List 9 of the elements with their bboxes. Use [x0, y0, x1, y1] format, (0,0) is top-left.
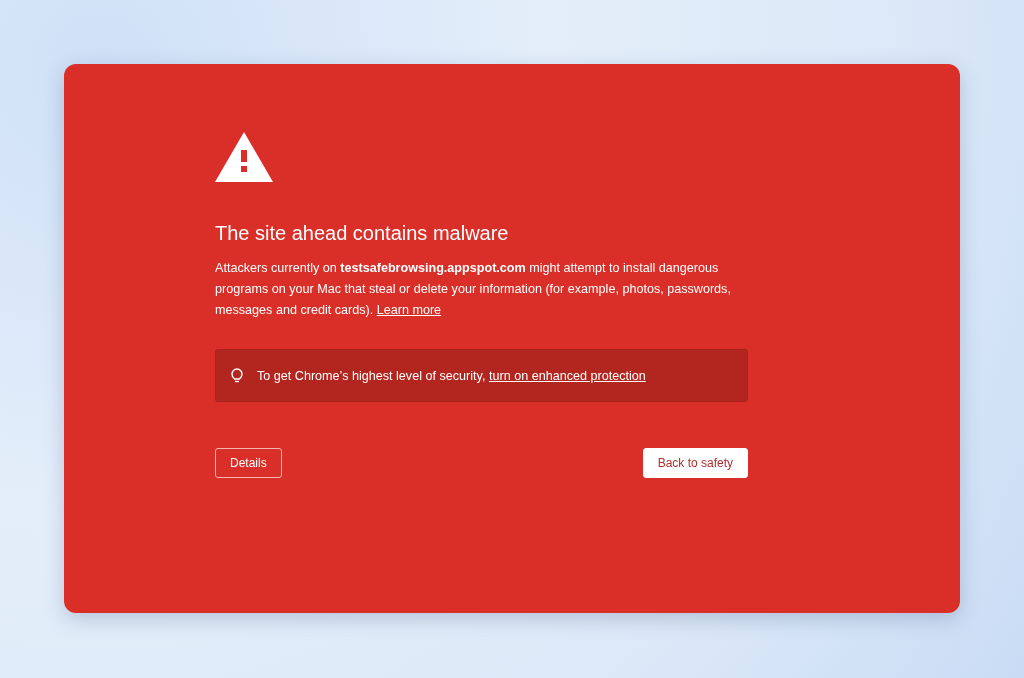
tip-text: To get Chrome’s highest level of security, turn on enhanced protection [257, 368, 646, 383]
warning-message: Attackers currently on testsafebrowsing.appspot.com might attempt to install dangerous programs on your Mac that steal or delete your information (for example, photos, passwords, messages and credit cards). Learn more [215, 260, 732, 319]
page-heading: The site ahead contains malware [215, 221, 510, 246]
back-to-safety-button[interactable]: Back to safety [642, 448, 748, 478]
warning-icon [215, 132, 273, 182]
details-button[interactable]: Details [215, 448, 282, 478]
lightbulb-icon [231, 367, 243, 384]
learn-more-link[interactable]: Learn more [376, 303, 442, 317]
enhanced-protection-link[interactable]: turn on enhanced protection [488, 368, 646, 383]
